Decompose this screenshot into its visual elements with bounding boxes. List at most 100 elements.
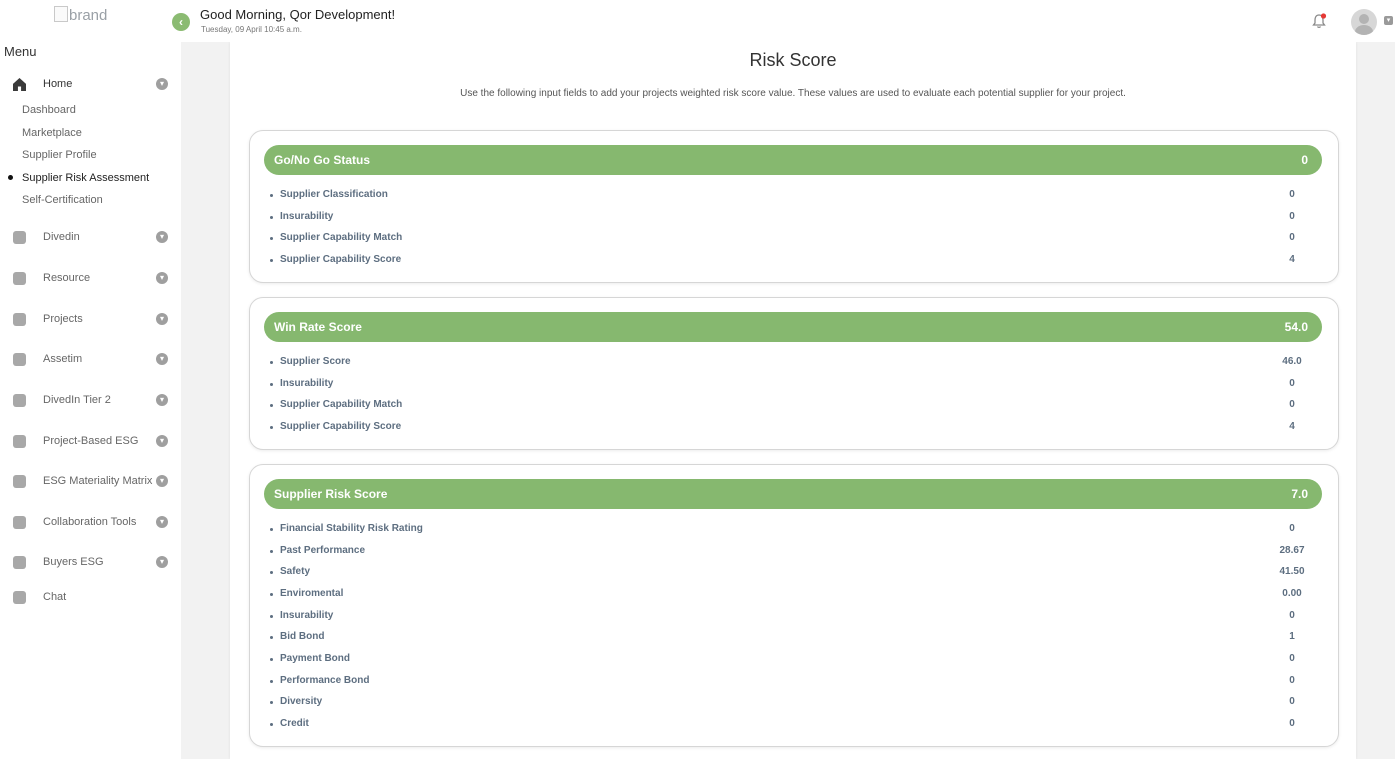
- greeting-text: Good Morning, Qor Development!: [200, 7, 396, 22]
- row-value: 1: [1289, 631, 1295, 642]
- brand-alt-text: brand: [69, 7, 108, 24]
- row-value: 0: [1289, 399, 1295, 410]
- bullet-icon: [270, 404, 273, 407]
- page-title: Risk Score: [749, 50, 837, 70]
- sidebar-item-project-based-esg[interactable]: Project-Based ESG ▾: [0, 432, 181, 454]
- menu-title: Menu: [4, 44, 37, 59]
- bullet-icon: [270, 361, 273, 364]
- sidebar-item-divedin[interactable]: Divedin ▾: [0, 228, 181, 250]
- briefcase-icon: [13, 591, 26, 604]
- bullet-icon: [270, 701, 273, 704]
- bullet-icon: [270, 593, 273, 596]
- row-label: Supplier Capability Match: [280, 399, 403, 410]
- row-label: Insurability: [280, 211, 334, 222]
- sidebar-item-home[interactable]: Home ▾: [0, 75, 181, 97]
- row-value: 0: [1289, 718, 1295, 729]
- sidebar-item-label: Chat: [43, 591, 67, 603]
- card-title: Win Rate Score: [274, 320, 362, 334]
- broken-image-icon: [54, 6, 68, 22]
- sidebar-item-assetim[interactable]: Assetim ▾: [0, 350, 181, 372]
- row-label: Supplier Capability Score: [280, 421, 402, 432]
- card-total-value: 0: [1301, 153, 1308, 167]
- sidebar-item-resource[interactable]: Resource ▾: [0, 269, 181, 291]
- row-value: 46.0: [1282, 356, 1302, 367]
- row-label: Safety: [280, 566, 311, 577]
- sidebar-item-label: Resource: [43, 272, 91, 284]
- briefcase-icon: [13, 516, 26, 529]
- card-total-value: 7.0: [1291, 487, 1308, 501]
- chevron-down-icon[interactable]: ▾: [156, 313, 168, 325]
- home-icon: [13, 78, 26, 91]
- sidebar-subitem-self-certification[interactable]: Self-Certification: [22, 194, 103, 206]
- chevron-down-icon[interactable]: ▾: [156, 475, 168, 487]
- row-label: Financial Stability Risk Rating: [280, 523, 423, 534]
- card-header: Supplier Risk Score 7.0: [264, 479, 1322, 509]
- chevron-down-icon[interactable]: ▾: [1384, 16, 1393, 25]
- sidebar-subitem-dashboard[interactable]: Dashboard: [22, 104, 76, 116]
- card-title: Supplier Risk Score: [274, 487, 388, 501]
- chevron-down-icon[interactable]: ▾: [156, 516, 168, 528]
- row-label: Payment Bond: [280, 653, 351, 664]
- chevron-down-icon[interactable]: ▾: [156, 353, 168, 365]
- sidebar-item-divedin-tier-2[interactable]: DivedIn Tier 2 ▾: [0, 391, 181, 413]
- row-label: Supplier Capability Match: [280, 232, 403, 243]
- sidebar-item-collaboration-tools[interactable]: Collaboration Tools ▾: [0, 513, 181, 535]
- sidebar-item-buyers-esg[interactable]: Buyers ESG ▾: [0, 553, 181, 575]
- score-row: Insurability 0: [270, 376, 1322, 394]
- briefcase-icon: [13, 475, 26, 488]
- page-description: Use the following input fields to add yo…: [460, 88, 1126, 99]
- notification-dot: [1320, 13, 1327, 19]
- date-text: Tuesday, 09 April 10:45 a.m.: [201, 25, 302, 34]
- sidebar-item-label: ESG Materiality Matrix: [43, 475, 153, 487]
- sidebar-item-label: Home: [43, 78, 73, 90]
- sidebar-item-label: Project-Based ESG: [43, 435, 139, 447]
- sidebar-subitem-supplier-profile[interactable]: Supplier Profile: [22, 149, 97, 161]
- sidebar-item-esg-materiality-matrix[interactable]: ESG Materiality Matrix ▾: [0, 472, 181, 494]
- row-value: 28.67: [1279, 545, 1305, 556]
- sidebar-collapse-button[interactable]: ‹: [172, 13, 190, 31]
- chevron-down-icon[interactable]: ▾: [156, 435, 168, 447]
- sidebar-item-chat[interactable]: Chat: [0, 588, 181, 610]
- card-header: Win Rate Score 54.0: [264, 312, 1322, 342]
- bullet-icon: [270, 237, 273, 240]
- briefcase-icon: [13, 435, 26, 448]
- chevron-down-icon[interactable]: ▾: [156, 556, 168, 568]
- sidebar-subitem-marketplace[interactable]: Marketplace: [22, 127, 82, 139]
- score-row: Supplier Capability Match 0: [270, 230, 1322, 248]
- row-value: 0: [1289, 232, 1295, 243]
- row-label: Insurability: [280, 610, 334, 621]
- row-value: 0: [1289, 610, 1295, 621]
- chevron-down-icon[interactable]: ▾: [156, 78, 168, 90]
- bullet-icon: [270, 636, 273, 639]
- brand-logo[interactable]: brand: [54, 6, 107, 24]
- row-value: 4: [1289, 421, 1295, 432]
- card-title: Go/No Go Status: [274, 153, 370, 167]
- row-label: Diversity: [280, 696, 323, 707]
- row-label: Performance Bond: [280, 675, 370, 686]
- bullet-icon: [270, 426, 273, 429]
- chevron-left-icon: ‹: [179, 15, 183, 29]
- row-value: 0: [1289, 378, 1295, 389]
- score-row: Safety 41.50: [270, 564, 1322, 582]
- sidebar-item-label: Assetim: [43, 353, 83, 365]
- score-row: Financial Stability Risk Rating 0: [270, 521, 1322, 539]
- chevron-down-icon[interactable]: ▾: [156, 394, 168, 406]
- sidebar-item-label: DivedIn Tier 2: [43, 394, 111, 406]
- row-value: 0: [1289, 653, 1295, 664]
- chevron-down-icon[interactable]: ▾: [156, 272, 168, 284]
- sidebar-subitem-supplier-risk-assessment[interactable]: Supplier Risk Assessment: [22, 172, 149, 184]
- chevron-down-icon[interactable]: ▾: [156, 231, 168, 243]
- row-value: 0: [1289, 675, 1295, 686]
- bullet-icon: [270, 216, 273, 219]
- sidebar-item-label: Divedin: [43, 231, 80, 243]
- bell-icon[interactable]: [1311, 13, 1327, 29]
- row-value: 0: [1289, 189, 1295, 200]
- row-label: Supplier Classification: [280, 189, 388, 200]
- score-row: Diversity 0: [270, 694, 1322, 712]
- bullet-icon: [270, 680, 273, 683]
- sidebar-item-projects[interactable]: Projects ▾: [0, 310, 181, 332]
- row-label: Credit: [280, 718, 309, 729]
- score-row: Supplier Capability Score 4: [270, 419, 1322, 437]
- row-value: 41.50: [1279, 566, 1305, 577]
- user-avatar[interactable]: [1351, 9, 1377, 35]
